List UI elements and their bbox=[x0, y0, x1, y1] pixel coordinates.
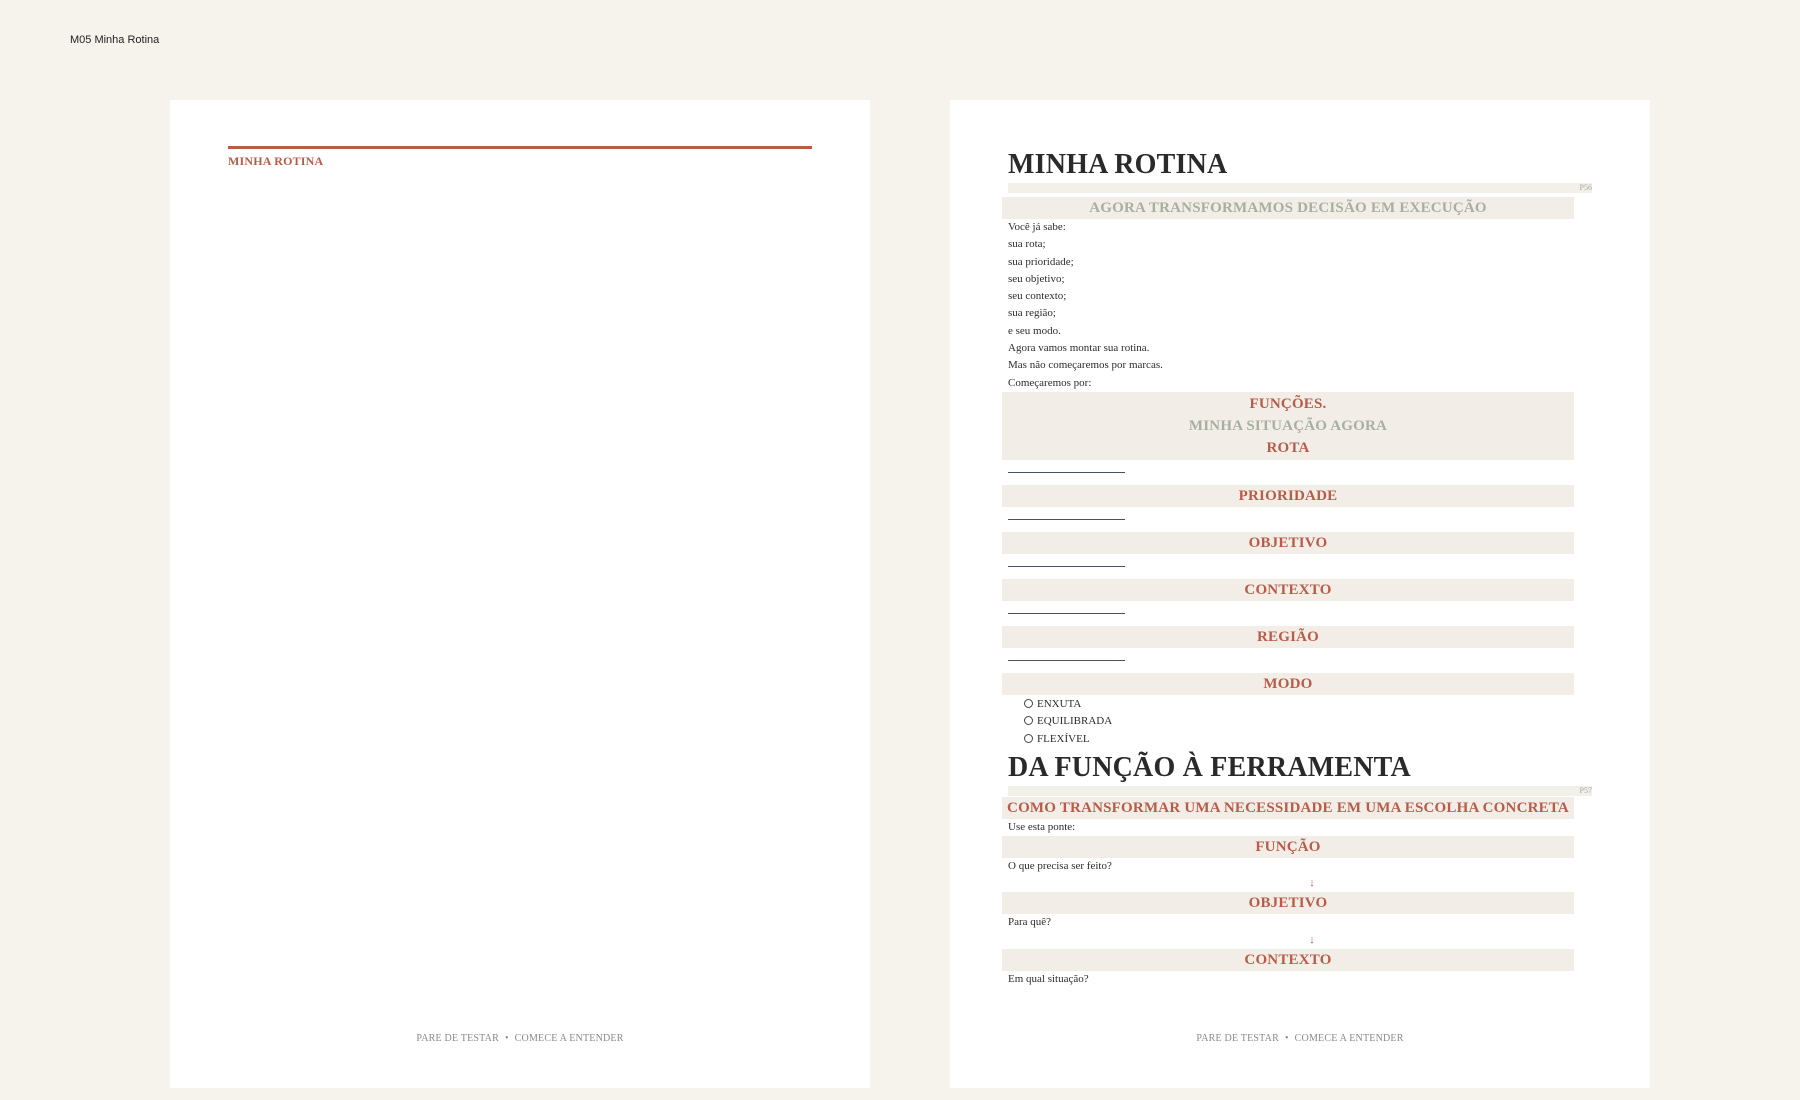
functions-band: FUNÇÕES. MINHA SITUAÇÃO AGORA ROTA bbox=[1002, 391, 1574, 460]
option-label: FLEXÍVEL bbox=[1037, 732, 1090, 745]
section-subtitle: COMO TRANSFORMAR UMA NECESSIDADE EM UMA … bbox=[1002, 796, 1574, 819]
footer-separator: • bbox=[504, 1033, 509, 1044]
option-label: EQUILIBRADA bbox=[1037, 715, 1113, 728]
footer-right-text: COMECE A ENTENDER bbox=[514, 1033, 624, 1044]
intro-line: Agora vamos montar sua rotina. bbox=[1008, 342, 1150, 355]
page-right: MINHA ROTINA P56 AGORA TRANSFORMAMOS DEC… bbox=[950, 100, 1650, 1088]
radio-circle-icon[interactable] bbox=[1024, 698, 1033, 708]
footer-left-text: PARE DE TESTAR bbox=[416, 1033, 499, 1044]
bridge-lead: Use esta ponte: bbox=[1008, 820, 1076, 833]
radio-circle-icon[interactable] bbox=[1024, 733, 1033, 743]
step-question: Em qual situação? bbox=[1008, 972, 1089, 985]
field-label-objective: OBJETIVO bbox=[1002, 531, 1574, 554]
footer-right-text: COMECE A ENTENDER bbox=[1294, 1033, 1404, 1044]
intro-line: seu objetivo; bbox=[1008, 272, 1065, 285]
intro-line: Começaremos por: bbox=[1008, 376, 1092, 389]
intro-line: e seu modo. bbox=[1008, 324, 1061, 337]
band-line-route: ROTA bbox=[1266, 439, 1310, 456]
step-label-context: CONTEXTO bbox=[1002, 948, 1574, 971]
section-subtitle: AGORA TRANSFORMAMOS DECISÃO EM EXECUÇÃO bbox=[1002, 197, 1574, 219]
intro-text: Você já sabe: sua rota; sua prioridade; … bbox=[1008, 219, 1608, 392]
intro-line: Mas não começaremos por marcas. bbox=[1008, 359, 1163, 372]
intro-line: sua prioridade; bbox=[1008, 255, 1074, 268]
priority-answer-line[interactable] bbox=[1008, 518, 1125, 520]
document-label: M05 Minha Rotina bbox=[70, 34, 160, 46]
mode-option-balanced[interactable]: EQUILIBRADA bbox=[1008, 713, 1608, 730]
page-content: MINHA ROTINA P56 AGORA TRANSFORMAMOS DEC… bbox=[1002, 148, 1608, 988]
page-footer: PARE DE TESTAR • COMECE A ENTENDER bbox=[950, 1033, 1650, 1044]
band-line-functions: FUNÇÕES. bbox=[1249, 395, 1327, 412]
down-arrow-icon: ↓ bbox=[1309, 877, 1315, 890]
region-answer-line[interactable] bbox=[1008, 659, 1125, 661]
context-answer-line[interactable] bbox=[1008, 612, 1125, 614]
objective-answer-line[interactable] bbox=[1008, 565, 1125, 567]
mode-options: ENXUTA EQUILIBRADA FLEXÍVEL bbox=[1008, 695, 1608, 748]
step-label-objective: OBJETIVO bbox=[1002, 892, 1574, 915]
section-title: MINHA ROTINA bbox=[1008, 149, 1228, 180]
running-head: MINHA ROTINA bbox=[228, 154, 324, 168]
field-label-priority: PRIORIDADE bbox=[1002, 484, 1574, 507]
page-left: MINHA ROTINA PARE DE TESTAR • COMECE A ENT… bbox=[170, 100, 870, 1088]
field-label-region: REGIÃO bbox=[1002, 625, 1574, 648]
section-title: DA FUNÇÃO À FERRAMENTA bbox=[1008, 751, 1411, 783]
step-question: Para quê? bbox=[1008, 916, 1052, 929]
band-line-situation: MINHA SITUAÇÃO AGORA bbox=[1188, 417, 1388, 434]
radio-circle-icon[interactable] bbox=[1024, 716, 1033, 726]
field-label-mode: MODO bbox=[1002, 672, 1574, 695]
intro-line: Você já sabe: bbox=[1008, 221, 1066, 233]
option-label: ENXUTA bbox=[1037, 697, 1082, 710]
field-label-context: CONTEXTO bbox=[1002, 578, 1574, 601]
title-rule bbox=[228, 146, 812, 149]
footer-left-text: PARE DE TESTAR bbox=[1196, 1033, 1279, 1044]
page-number: P56 bbox=[1579, 183, 1592, 192]
intro-line: sua rota; bbox=[1008, 238, 1046, 251]
down-arrow-icon: ↓ bbox=[1309, 933, 1315, 946]
step-question: O que precisa ser feito? bbox=[1008, 860, 1112, 873]
page-number-strip: P57 bbox=[1008, 785, 1592, 796]
page-footer: PARE DE TESTAR • COMECE A ENTENDER bbox=[170, 1033, 870, 1044]
intro-line: seu contexto; bbox=[1008, 290, 1067, 303]
intro-line: sua região; bbox=[1008, 307, 1056, 320]
route-answer-line[interactable] bbox=[1008, 471, 1125, 473]
footer-separator: • bbox=[1284, 1033, 1289, 1044]
mode-option-lean[interactable]: ENXUTA bbox=[1008, 696, 1608, 713]
mode-option-flexible[interactable]: FLEXÍVEL bbox=[1008, 731, 1608, 748]
page-number-strip: P56 bbox=[1008, 183, 1592, 193]
step-label-function: FUNÇÃO bbox=[1002, 836, 1574, 859]
page-number: P57 bbox=[1579, 785, 1592, 795]
